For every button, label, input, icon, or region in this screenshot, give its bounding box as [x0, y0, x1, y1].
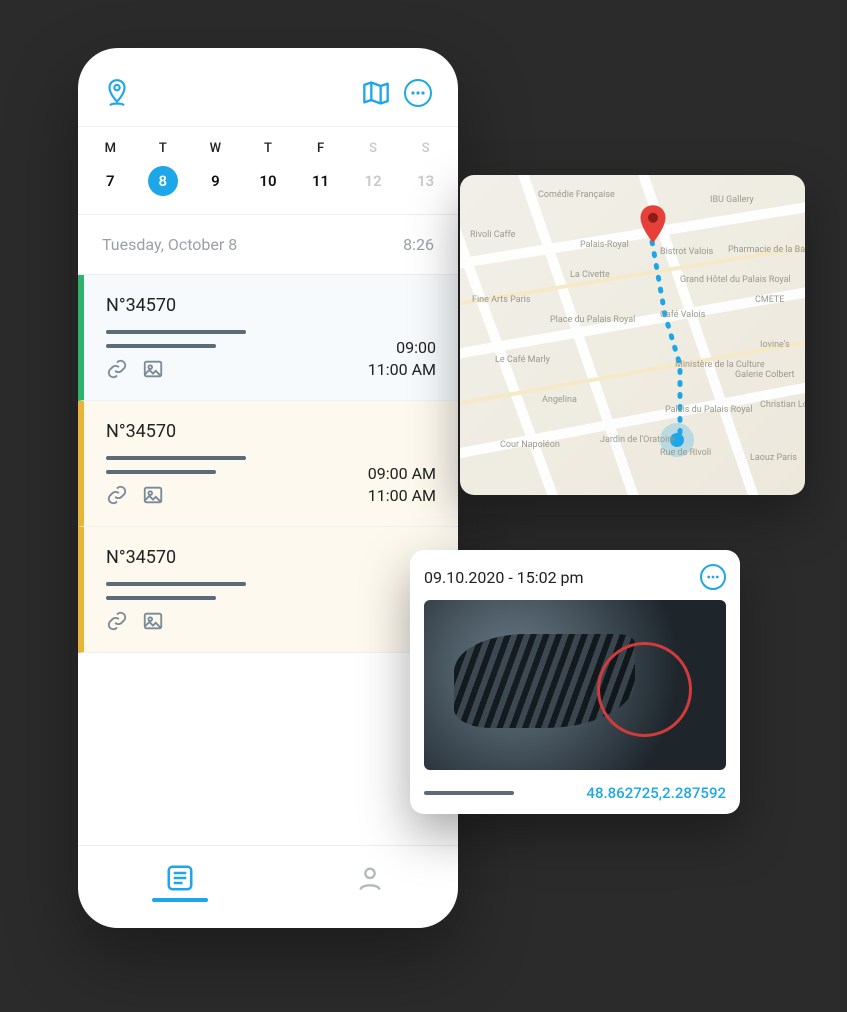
- map-poi-label: Café Valois: [660, 310, 705, 320]
- more-options-icon[interactable]: [404, 79, 432, 107]
- map-poi-label: Palais du Palais Royal: [665, 405, 753, 415]
- day-number: 10: [253, 166, 283, 196]
- phone-frame: M 7 T 8 W 9 T 10 F 11 S 12 S 13 Tuesday,…: [78, 48, 458, 928]
- nav-profile[interactable]: [356, 864, 384, 902]
- current-date-label: Tuesday, October 8: [102, 235, 237, 254]
- placeholder-line: [424, 791, 514, 795]
- photo-coordinates[interactable]: 48.862725,2.287592: [586, 784, 726, 802]
- day-thu[interactable]: T 10: [247, 141, 289, 196]
- map-poi-label: Le Café Marly: [495, 355, 550, 365]
- appointment-list: N°34570 09:0011:00 AM N°34570: [78, 275, 458, 845]
- link-icon[interactable]: [106, 358, 128, 384]
- map-poi-label: Angelina: [542, 395, 577, 405]
- appointment-id: N°34570: [106, 547, 436, 568]
- map-poi-label: Pharmacie de la Banque: [728, 245, 805, 255]
- day-wed[interactable]: W 9: [194, 141, 236, 196]
- link-icon[interactable]: [106, 484, 128, 510]
- map-poi-label: IBU Gallery: [710, 195, 754, 205]
- image-icon[interactable]: [142, 610, 164, 636]
- bottom-nav: [78, 845, 458, 928]
- map-poi-label: Jardin de l'Oratoire: [600, 435, 675, 445]
- phone-header: [78, 48, 458, 126]
- day-label: S: [352, 141, 394, 156]
- appointment-id: N°34570: [106, 295, 436, 316]
- photo-timestamp: 09.10.2020 - 15:02 pm: [424, 568, 584, 587]
- image-icon[interactable]: [142, 358, 164, 384]
- appointment-time: 09:00 AM11:00 AM: [368, 463, 436, 506]
- map-poi-label: Cour Napoléon: [500, 440, 560, 450]
- location-pin-icon[interactable]: [104, 78, 130, 108]
- appointment-card[interactable]: N°34570 09:0011:00 AM: [78, 275, 458, 401]
- map-poi-label: Palais-Royal: [580, 240, 629, 250]
- map-poi-label: CMETE: [755, 295, 784, 305]
- day-label: T: [142, 141, 184, 156]
- appointment-time: 09:0011:00 AM: [368, 337, 436, 380]
- day-label: T: [247, 141, 289, 156]
- map-poi-label: Galerie Colbert: [735, 370, 794, 380]
- map-poi-label: Laouz Paris: [750, 453, 797, 463]
- day-label: S: [405, 141, 447, 156]
- date-row: Tuesday, October 8 8:26: [78, 215, 458, 275]
- nav-agenda[interactable]: [152, 864, 208, 902]
- day-label: M: [89, 141, 131, 156]
- map-poi-label: Rivoli Caffe: [470, 230, 515, 240]
- day-tue[interactable]: T 8: [142, 141, 184, 196]
- map-poi-label: Ministère de la Culture: [675, 360, 765, 370]
- day-sat[interactable]: S 12: [352, 141, 394, 196]
- map-card[interactable]: Rivoli Caffe Comédie Française Palais-Roya…: [460, 175, 805, 495]
- annotation-circle: [597, 642, 692, 737]
- link-icon[interactable]: [106, 610, 128, 636]
- map-pin-icon: [638, 205, 668, 247]
- map-poi-label: Fine Arts Paris: [472, 295, 531, 305]
- photo-card[interactable]: 09.10.2020 - 15:02 pm 48.862725,2.287592: [410, 550, 740, 814]
- day-number-selected: 8: [148, 166, 178, 196]
- day-fri[interactable]: F 11: [300, 141, 342, 196]
- appointment-card[interactable]: N°34570 09:00 AM11:00 AM: [78, 401, 458, 527]
- map-icon[interactable]: [362, 80, 390, 106]
- week-calendar: M 7 T 8 W 9 T 10 F 11 S 12 S 13: [78, 126, 458, 215]
- day-number: 13: [411, 166, 441, 196]
- image-icon[interactable]: [142, 484, 164, 510]
- map-poi-label: Comédie Française: [538, 190, 615, 200]
- map-poi-label: Rue de Rivoli: [660, 448, 711, 458]
- map-poi-label: Iovine's: [760, 340, 790, 350]
- map-poi-label: Grand Hôtel du Palais Royal: [680, 275, 791, 285]
- appointment-id: N°34570: [106, 421, 436, 442]
- current-time: 8:26: [403, 235, 434, 254]
- map-poi-label: Christian Loubou: [760, 400, 805, 410]
- map-poi-label: Place du Palais Royal: [550, 315, 635, 325]
- day-number: 12: [358, 166, 388, 196]
- map-poi-label: La Civette: [570, 270, 610, 280]
- day-number: 9: [200, 166, 230, 196]
- placeholder-lines: [106, 582, 436, 600]
- day-mon[interactable]: M 7: [89, 141, 131, 196]
- photo-thumbnail[interactable]: [424, 600, 726, 770]
- more-options-icon[interactable]: [700, 564, 726, 590]
- day-sun[interactable]: S 13: [405, 141, 447, 196]
- map-poi-label: Bistrot Valois: [660, 247, 713, 257]
- day-label: W: [194, 141, 236, 156]
- day-label: F: [300, 141, 342, 156]
- day-number: 11: [306, 166, 336, 196]
- appointment-card[interactable]: N°34570 1: [78, 527, 458, 653]
- day-number: 7: [95, 166, 125, 196]
